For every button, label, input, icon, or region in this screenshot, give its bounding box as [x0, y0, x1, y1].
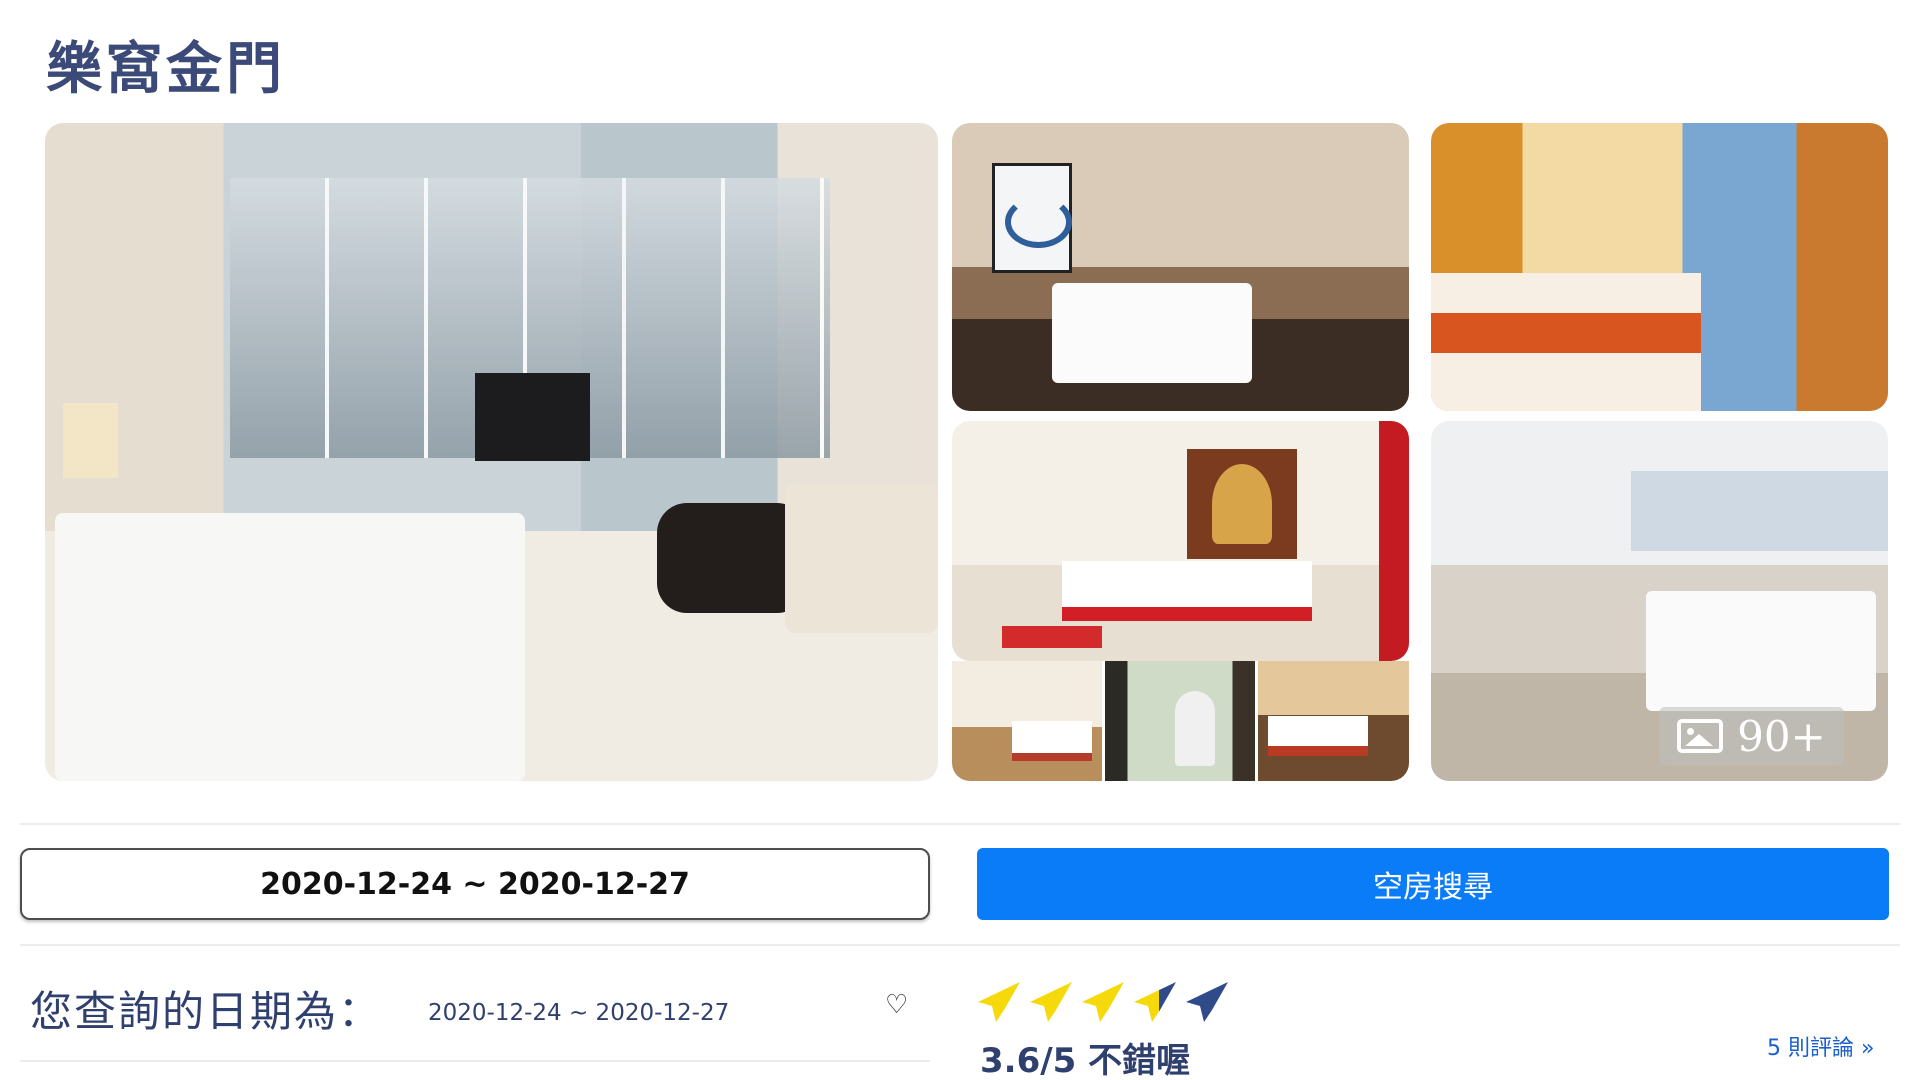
favorite-heart-icon[interactable]: ♡	[885, 990, 908, 1020]
search-availability-button[interactable]: 空房搜尋	[977, 848, 1889, 920]
plane-shape	[1030, 982, 1072, 1022]
gallery-photo-3[interactable]	[952, 421, 1409, 661]
rating-score: 3.6/5 不錯喔	[980, 1041, 1191, 1080]
photo-rug	[1002, 626, 1102, 648]
gallery-photo-1[interactable]	[952, 123, 1409, 411]
photo-headboard	[1187, 449, 1297, 559]
photo-gallery	[45, 123, 1895, 781]
photo-bed	[1052, 283, 1252, 383]
divider	[20, 823, 1900, 825]
gallery-thumb-3[interactable]	[1258, 661, 1409, 781]
image-icon	[1677, 719, 1724, 753]
rating-plane-icon	[1030, 982, 1072, 1022]
photo-lamp	[63, 403, 118, 478]
rating-plane-icon	[978, 982, 1020, 1022]
main-photo[interactable]	[45, 123, 938, 781]
photo-curtain	[1379, 421, 1409, 661]
photo-chair	[1175, 691, 1215, 766]
gallery-thumb-1[interactable]	[952, 661, 1102, 781]
photo-bed	[1431, 273, 1701, 411]
photo-bed	[1062, 561, 1312, 621]
more-photos-count: 90+	[1737, 711, 1826, 761]
plane-shape	[1082, 982, 1124, 1022]
rating-plane-icon	[1186, 982, 1228, 1022]
more-photos-button[interactable]: 90+	[1659, 707, 1844, 765]
rating-plane-icon	[1082, 982, 1124, 1022]
photo-tv	[475, 373, 590, 461]
plane-shape	[978, 982, 1020, 1022]
divider	[20, 1060, 930, 1062]
divider	[20, 944, 1900, 946]
rating-plane-icon	[1134, 982, 1176, 1022]
rating-planes	[976, 980, 1230, 1024]
photo-sofa	[785, 483, 938, 633]
photo-bed	[1268, 716, 1368, 756]
gallery-photo-2[interactable]	[1431, 123, 1888, 411]
date-range-picker[interactable]: 2020-12-24 ~ 2020-12-27	[20, 848, 930, 920]
photo-bed	[1012, 721, 1092, 761]
gallery-thumb-2[interactable]	[1105, 661, 1255, 781]
photo-bed	[1646, 591, 1876, 711]
hotel-title: 樂窩金門	[46, 37, 286, 102]
plane-shape	[1186, 982, 1228, 1022]
plane-shape	[1134, 982, 1176, 1022]
query-date-range: 2020-12-24 ~ 2020-12-27	[428, 1000, 730, 1026]
reviews-link[interactable]: 5 則評論 »	[1767, 1030, 1874, 1062]
photo-bed	[55, 513, 525, 781]
photo-wall	[1631, 471, 1888, 551]
photo-art	[992, 163, 1072, 273]
query-date-label: 您查詢的日期為：	[30, 987, 383, 1036]
